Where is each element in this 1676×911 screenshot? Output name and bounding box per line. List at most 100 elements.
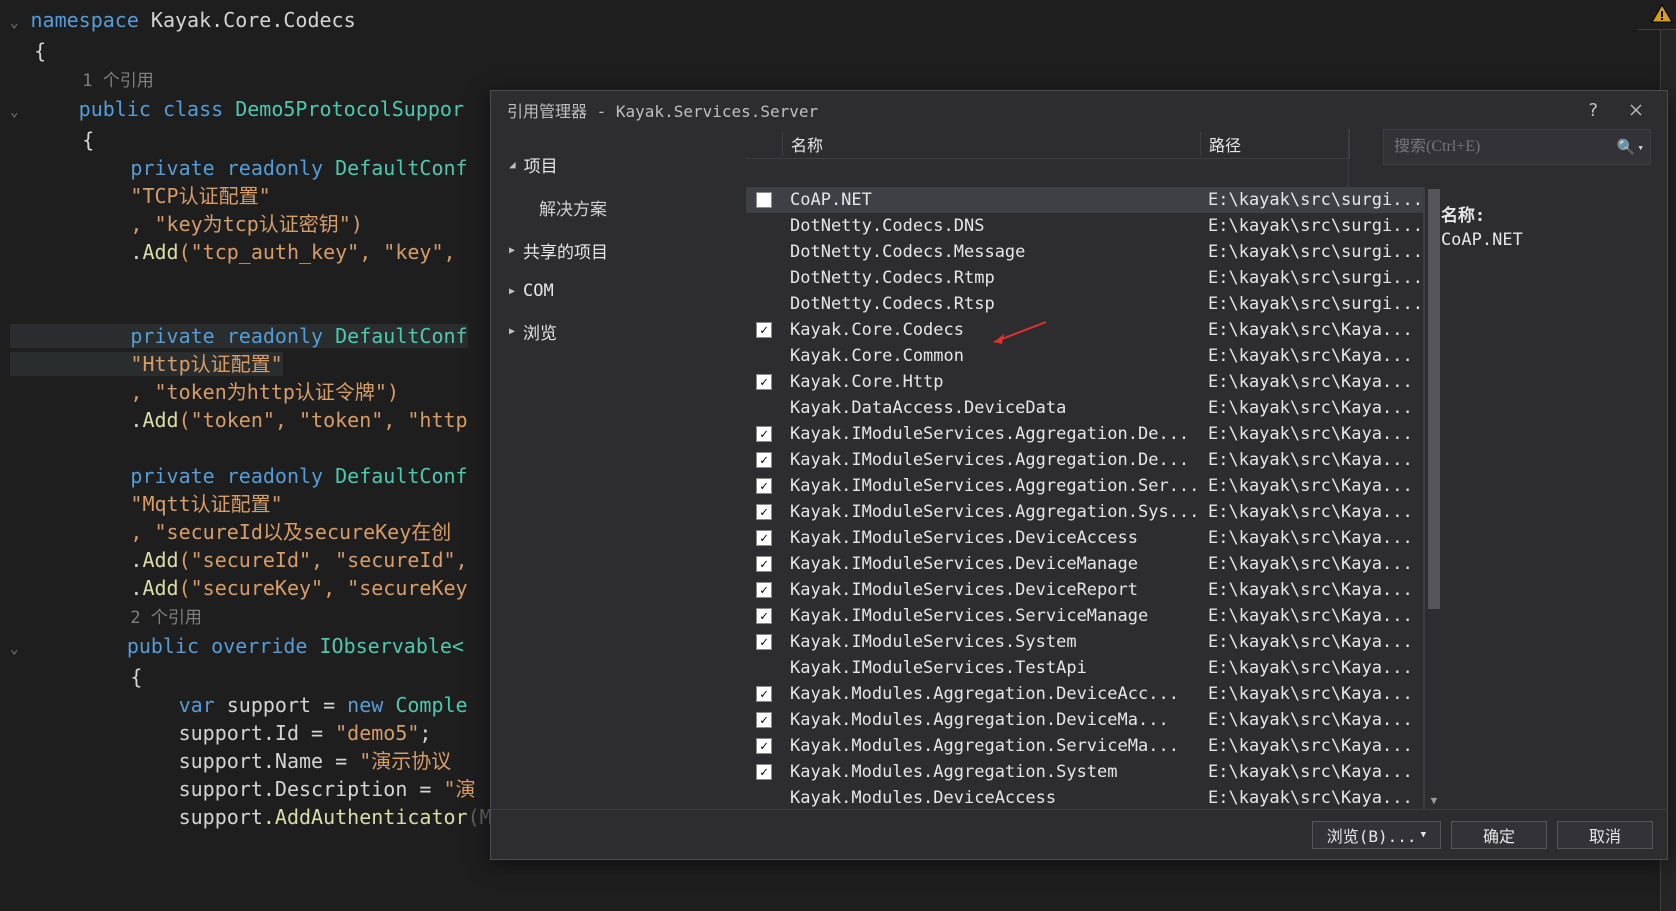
grid-body[interactable]: CoAP.NETE:\kayak\src\surgi...DotNetty.Co…	[746, 187, 1423, 809]
table-row[interactable]: DotNetty.Codecs.MessageE:\kayak\src\surg…	[746, 239, 1423, 265]
table-row[interactable]: ✓ Kayak.Core.HttpE:\kayak\src\Kaya...	[746, 369, 1423, 395]
scroll-down-icon[interactable]: ▼	[1425, 791, 1443, 809]
row-path: E:\kayak\src\Kaya...	[1200, 450, 1423, 470]
sidebar-item-解决方案[interactable]: 解决方案	[491, 186, 746, 229]
row-path: E:\kayak\src\Kaya...	[1200, 320, 1423, 340]
search-input[interactable]	[1394, 138, 1611, 156]
row-name: Kayak.Modules.DeviceAccess	[782, 788, 1200, 808]
grid-header: 名称 路径	[746, 129, 1348, 159]
help-button[interactable]: ?	[1573, 91, 1613, 129]
checkbox[interactable]: ✓	[756, 322, 772, 338]
table-row[interactable]: Kayak.IModuleServices.TestApiE:\kayak\sr…	[746, 655, 1423, 681]
row-path: E:\kayak\src\Kaya...	[1200, 606, 1423, 626]
sidebar-item-项目[interactable]: 项目	[491, 143, 746, 186]
table-row[interactable]: ✓Kayak.Core.CodecsE:\kayak\src\Kaya...	[746, 317, 1423, 343]
checkbox[interactable]: ✓	[756, 738, 772, 754]
row-name: Kayak.IModuleServices.Aggregation.De...	[782, 450, 1200, 470]
row-path: E:\kayak\src\Kaya...	[1200, 762, 1423, 782]
table-row[interactable]: ✓ Kayak.IModuleServices.ServiceManageE:\k…	[746, 603, 1423, 629]
row-name: Kayak.Modules.Aggregation.ServiceMa...	[782, 736, 1200, 756]
table-row[interactable]: ✓Kayak.Modules.Aggregation.ServiceMa...E…	[746, 733, 1423, 759]
row-path: E:\kayak\src\Kaya...	[1200, 632, 1423, 652]
checkbox[interactable]: ✓	[756, 686, 772, 702]
row-name: Kayak.IModuleServices.Aggregation.De...	[782, 424, 1200, 444]
checkbox[interactable]: ✓	[756, 530, 772, 546]
row-path: E:\kayak\src\surgi...	[1200, 268, 1423, 288]
dialog-sidebar: 项目解决方案共享的项目COM浏览	[491, 129, 746, 809]
row-name: Kayak.Core.Http	[782, 372, 1200, 392]
annotation-arrow-icon	[988, 320, 1048, 351]
checkbox[interactable]: ✓	[756, 374, 772, 390]
checkbox[interactable]: ✓	[756, 556, 772, 572]
dialog-buttons: 浏览(B)... ▼ 确定 取消	[491, 809, 1667, 859]
row-name: Kayak.IModuleServices.ServiceManage	[782, 606, 1200, 626]
checkbox[interactable]: ✓	[756, 426, 772, 442]
row-path: E:\kayak\src\Kaya...	[1200, 528, 1423, 548]
table-row[interactable]: ✓ Kayak.IModuleServices.Aggregation.De...…	[746, 447, 1423, 473]
row-name: DotNetty.Codecs.Rtmp	[782, 268, 1200, 288]
dialog-title: 引用管理器 - Kayak.Services.Server	[507, 98, 1573, 122]
row-path: E:\kayak\src\Kaya...	[1200, 658, 1423, 678]
table-row[interactable]: Kayak.Modules.DeviceAccessE:\kayak\src\K…	[746, 785, 1423, 809]
row-path: E:\kayak\src\Kaya...	[1200, 398, 1423, 418]
cancel-button[interactable]: 取消	[1557, 821, 1653, 849]
table-row[interactable]: ✓Kayak.IModuleServices.DeviceReportE:\ka…	[746, 577, 1423, 603]
table-row[interactable]: DotNetty.Codecs.DNSE:\kayak\src\surgi...	[746, 213, 1423, 239]
checkbox[interactable]: ✓	[756, 478, 772, 494]
ok-button[interactable]: 确定	[1451, 821, 1547, 849]
row-path: E:\kayak\src\surgi...	[1200, 294, 1423, 314]
search-icon[interactable]: 🔍	[1617, 138, 1636, 156]
table-row[interactable]: DotNetty.Codecs.RtmpE:\kayak\src\surgi..…	[746, 265, 1423, 291]
warning-icon	[1650, 2, 1674, 26]
scrollbar[interactable]: ▲ ▼	[1424, 187, 1425, 809]
table-row[interactable]: Kayak.DataAccess.DeviceDataE:\kayak\src\…	[746, 395, 1423, 421]
row-name: Kayak.IModuleServices.System	[782, 632, 1200, 652]
row-name: Kayak.Modules.Aggregation.DeviceMa...	[782, 710, 1200, 730]
table-row[interactable]: ✓Kayak.IModuleServices.Aggregation.Ser..…	[746, 473, 1423, 499]
table-row[interactable]: ✓Kayak.IModuleServices.Aggregation.Sys..…	[746, 499, 1423, 525]
table-row[interactable]: Kayak.Core.CommonE:\kayak\src\Kaya...	[746, 343, 1423, 369]
column-name[interactable]: 名称	[782, 132, 1200, 156]
search-dropdown-icon[interactable]: ▾	[1637, 141, 1644, 154]
sidebar-item-浏览[interactable]: 浏览	[491, 310, 746, 353]
scroll-thumb[interactable]	[1428, 189, 1440, 609]
dialog-titlebar[interactable]: 引用管理器 - Kayak.Services.Server ?	[491, 91, 1667, 129]
checkbox[interactable]: ✓	[756, 582, 772, 598]
checkbox[interactable]: ✓	[756, 764, 772, 780]
table-row[interactable]: ✓ Kayak.IModuleServices.DeviceAccessE:\ka…	[746, 525, 1423, 551]
row-path: E:\kayak\src\Kaya...	[1200, 346, 1423, 366]
sidebar-item-共享的项目[interactable]: 共享的项目	[491, 229, 746, 272]
row-name: Kayak.Modules.Aggregation.DeviceAcc...	[782, 684, 1200, 704]
row-path: E:\kayak\src\Kaya...	[1200, 502, 1423, 522]
table-row[interactable]: ✓ Kayak.IModuleServices.Aggregation.De...…	[746, 421, 1423, 447]
checkbox[interactable]: ✓	[756, 608, 772, 624]
row-name: Kayak.Modules.Aggregation.System	[782, 762, 1200, 782]
table-row[interactable]: DotNetty.Codecs.RtspE:\kayak\src\surgi..…	[746, 291, 1423, 317]
checkbox[interactable]	[756, 192, 772, 208]
row-name: Kayak.IModuleServices.DeviceAccess	[782, 528, 1200, 548]
table-row[interactable]: CoAP.NETE:\kayak\src\surgi...	[746, 187, 1423, 213]
table-row[interactable]: ✓ Kayak.Modules.Aggregation.SystemE:\kaya…	[746, 759, 1423, 785]
column-path[interactable]: 路径	[1200, 132, 1348, 156]
checkbox[interactable]: ✓	[756, 634, 772, 650]
close-button[interactable]	[1613, 91, 1659, 129]
search-box[interactable]: 🔍▾	[1383, 129, 1651, 165]
table-row[interactable]: ✓Kayak.Modules.Aggregation.DeviceMa...E:…	[746, 707, 1423, 733]
checkbox[interactable]: ✓	[756, 712, 772, 728]
table-row[interactable]: ✓Kayak.IModuleServices.DeviceManageE:\ka…	[746, 551, 1423, 577]
row-path: E:\kayak\src\Kaya...	[1200, 684, 1423, 704]
row-path: E:\kayak\src\Kaya...	[1200, 788, 1423, 808]
row-path: E:\kayak\src\Kaya...	[1200, 424, 1423, 444]
row-path: E:\kayak\src\Kaya...	[1200, 554, 1423, 574]
row-path: E:\kayak\src\surgi...	[1200, 190, 1423, 210]
browse-button[interactable]: 浏览(B)... ▼	[1312, 821, 1441, 849]
sidebar-item-COM[interactable]: COM	[491, 272, 746, 310]
detail-panel: 名称: CoAP.NET	[1425, 187, 1667, 809]
table-row[interactable]: ✓ Kayak.IModuleServices.SystemE:\kayak\sr…	[746, 629, 1423, 655]
checkbox[interactable]: ✓	[756, 452, 772, 468]
table-row[interactable]: ✓ Kayak.Modules.Aggregation.DeviceAcc...E…	[746, 681, 1423, 707]
row-path: E:\kayak\src\Kaya...	[1200, 372, 1423, 392]
row-name: Kayak.DataAccess.DeviceData	[782, 398, 1200, 418]
checkbox[interactable]: ✓	[756, 504, 772, 520]
row-path: E:\kayak\src\surgi...	[1200, 216, 1423, 236]
